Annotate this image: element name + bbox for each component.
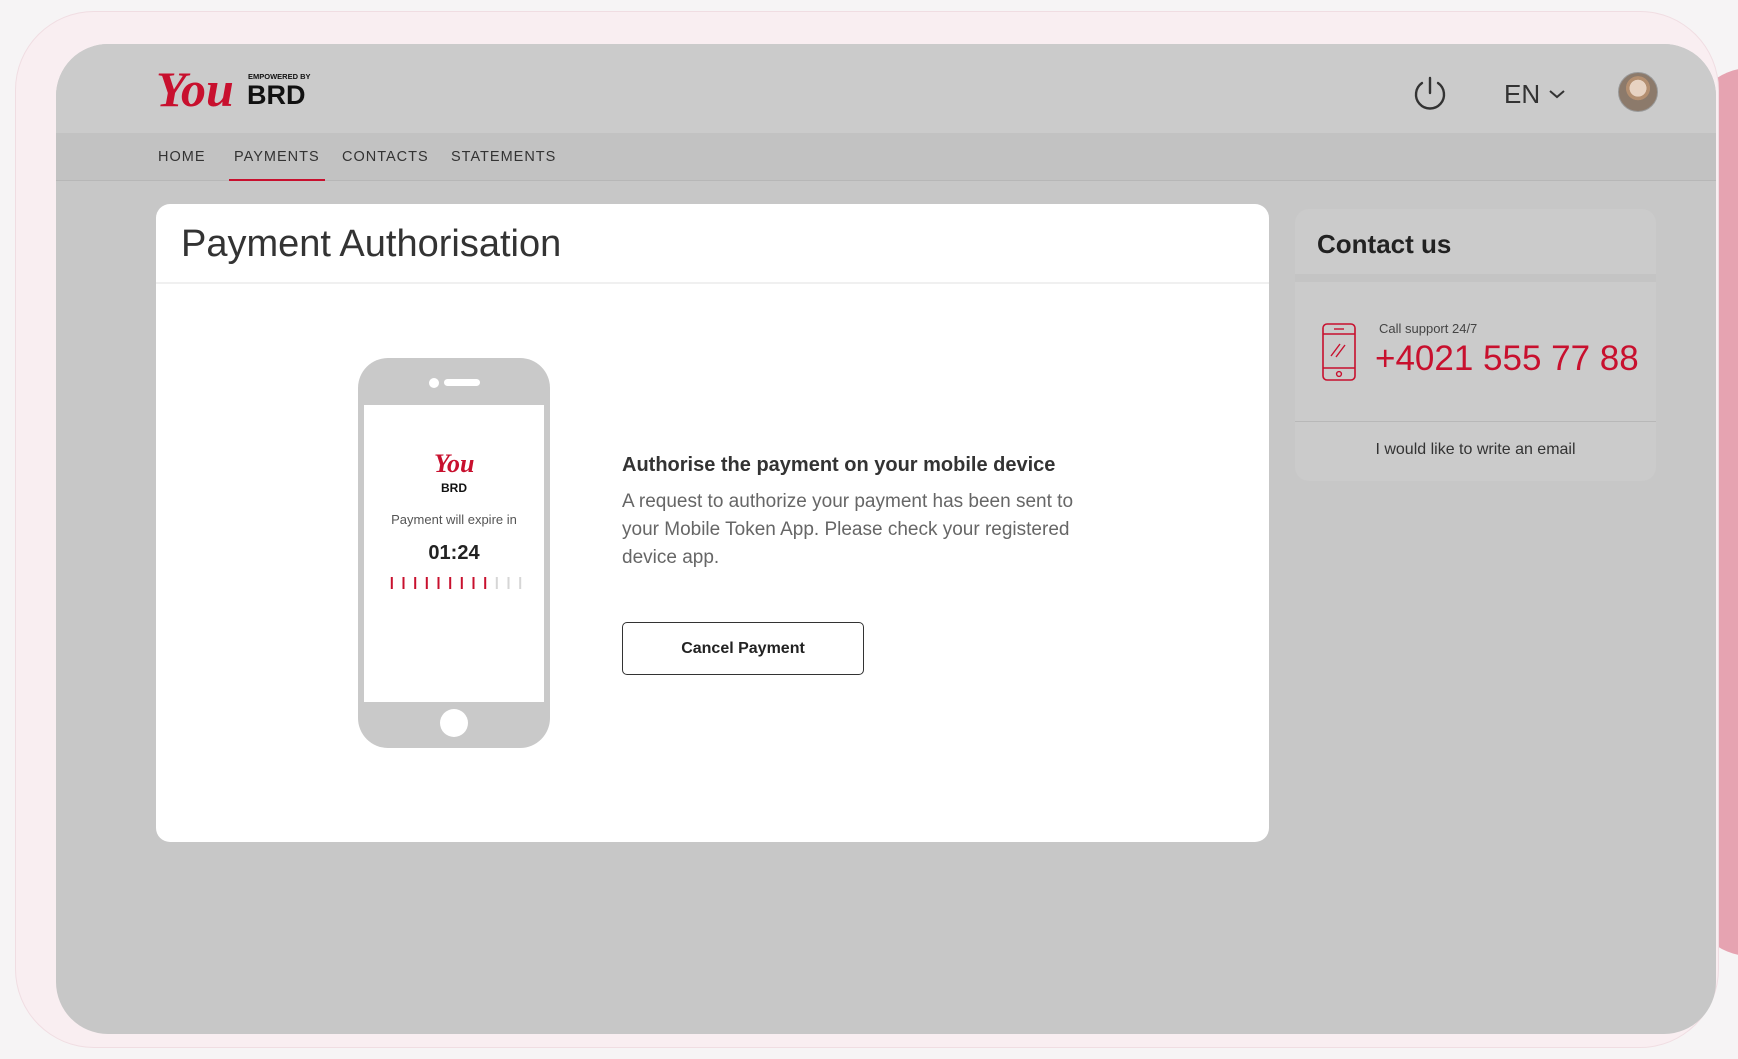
countdown-tick (519, 577, 522, 589)
countdown-tick (495, 577, 498, 589)
main-nav: HOME PAYMENTS CONTACTS STATEMENTS (56, 133, 1716, 181)
auth-description: A request to authorize your payment has … (622, 491, 1074, 568)
support-label: Call support 24/7 (1379, 321, 1478, 336)
cancel-payment-button[interactable]: Cancel Payment (622, 622, 864, 675)
countdown-tick (472, 577, 475, 589)
countdown-tick (437, 577, 440, 589)
auth-title: Authorise the payment on your mobile dev… (622, 454, 1056, 476)
device-frame: You EMPOWERED BY BRD EN HOME PAYMENTS CO… (16, 12, 1718, 1047)
countdown-tick (507, 577, 510, 589)
write-email-link[interactable]: I would like to write an email (1295, 421, 1656, 479)
countdown-tick (390, 577, 393, 589)
mobile-phone-icon (1322, 323, 1356, 381)
countdown-tick (425, 577, 428, 589)
countdown-tick (414, 577, 417, 589)
app-screen: You EMPOWERED BY BRD EN HOME PAYMENTS CO… (56, 44, 1716, 1034)
chevron-down-icon (1549, 90, 1565, 99)
contact-title: Contact us (1295, 209, 1656, 282)
nav-item-statements[interactable]: STATEMENTS (451, 133, 556, 181)
phone-illustration: You BRD Payment will expire in 01:24 (358, 358, 550, 748)
language-select[interactable]: EN (1504, 76, 1566, 112)
countdown-timer: 01:24 (428, 542, 480, 564)
nav-item-home[interactable]: HOME (158, 133, 206, 181)
countdown-progress (390, 577, 522, 589)
page-title: Payment Authorisation (156, 204, 1269, 284)
top-bar: You EMPOWERED BY BRD EN (56, 44, 1716, 133)
language-label: EN (1504, 78, 1541, 109)
phone-logo-bank: BRD (441, 481, 467, 495)
countdown-tick (449, 577, 452, 589)
countdown-tick (460, 577, 463, 589)
avatar[interactable] (1618, 72, 1658, 112)
contact-card: Contact us Call support 24/7 +4021 555 7… (1295, 209, 1656, 481)
expire-label: Payment will expire in (391, 512, 517, 527)
power-icon[interactable] (1410, 74, 1450, 114)
countdown-tick (402, 577, 405, 589)
nav-item-payments[interactable]: PAYMENTS (229, 133, 325, 181)
brand-logo[interactable]: You EMPOWERED BY BRD (156, 62, 331, 116)
phone-logo-word: You (434, 449, 474, 478)
logo-bank: BRD (247, 80, 306, 110)
support-phone-number[interactable]: +4021 555 77 88 (1375, 339, 1639, 379)
countdown-tick (484, 577, 487, 589)
nav-item-contacts[interactable]: CONTACTS (342, 133, 429, 181)
logo-word: You (156, 62, 234, 116)
payment-auth-card: Payment Authorisation You BRD Payment wi… (156, 204, 1269, 842)
